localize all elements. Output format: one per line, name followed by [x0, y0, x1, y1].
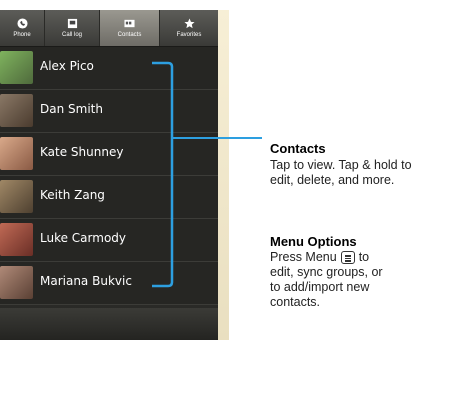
avatar [0, 180, 33, 213]
page-background-strip [218, 10, 229, 340]
contact-list: Alex Pico Dan Smith Kate Shunney Keith Z… [0, 47, 218, 305]
list-item[interactable]: Mariana Bukvic [0, 262, 218, 305]
list-item[interactable]: Kate Shunney [0, 133, 218, 176]
list-item[interactable]: Keith Zang [0, 176, 218, 219]
contact-name: Mariana Bukvic [40, 274, 132, 288]
contacts-callout-title: Contacts [270, 141, 326, 156]
avatar [0, 51, 33, 84]
star-icon [183, 18, 195, 29]
menu-callout-line: to add/import new [270, 280, 370, 294]
menu-callout-pre: Press Menu [270, 250, 337, 264]
list-item[interactable]: Dan Smith [0, 90, 218, 133]
menu-callout-text: Press Menu to edit, sync groups, or to a… [270, 250, 383, 310]
list-item[interactable]: Luke Carmody [0, 219, 218, 262]
tab-favorites-label: Favorites [176, 32, 202, 38]
contacts-callout-line: edit, delete, and more. [270, 173, 395, 187]
menu-key-icon [340, 251, 355, 264]
avatar [0, 223, 33, 256]
phone-screen: Phone Call log Contacts Favorites Alex P… [0, 10, 229, 340]
avatar [0, 94, 33, 127]
contact-name: Dan Smith [40, 102, 103, 116]
contact-name: Keith Zang [40, 188, 105, 202]
contacts-callout-text: Tap to view. Tap & hold to edit, delete,… [270, 158, 412, 188]
menu-callout-line: edit, sync groups, or [270, 265, 383, 279]
tab-favorites[interactable]: Favorites [160, 10, 218, 46]
list-footer [0, 308, 218, 340]
avatar [0, 137, 33, 170]
avatar [0, 266, 33, 299]
tab-phone[interactable]: Phone [0, 10, 45, 46]
contact-name: Kate Shunney [40, 145, 124, 159]
menu-callout-line: contacts. [270, 295, 321, 309]
contacts-icon [124, 19, 135, 28]
tab-call-log-label: Call log [61, 32, 82, 38]
menu-callout-post: to [358, 250, 370, 264]
tab-contacts-label: Contacts [117, 32, 142, 38]
tab-call-log[interactable]: Call log [45, 10, 100, 46]
tab-contacts[interactable]: Contacts [100, 10, 160, 46]
contacts-callout-line: Tap to view. Tap & hold to [270, 158, 412, 172]
contact-name: Luke Carmody [40, 231, 127, 245]
phone-icon [16, 18, 28, 29]
tab-bar: Phone Call log Contacts Favorites [0, 10, 218, 47]
menu-callout-line: Press Menu to [270, 250, 383, 265]
contact-name: Alex Pico [40, 59, 94, 73]
list-item[interactable]: Alex Pico [0, 47, 218, 90]
menu-callout-title: Menu Options [270, 234, 357, 249]
call-log-icon [67, 18, 77, 29]
tab-phone-label: Phone [13, 32, 31, 38]
